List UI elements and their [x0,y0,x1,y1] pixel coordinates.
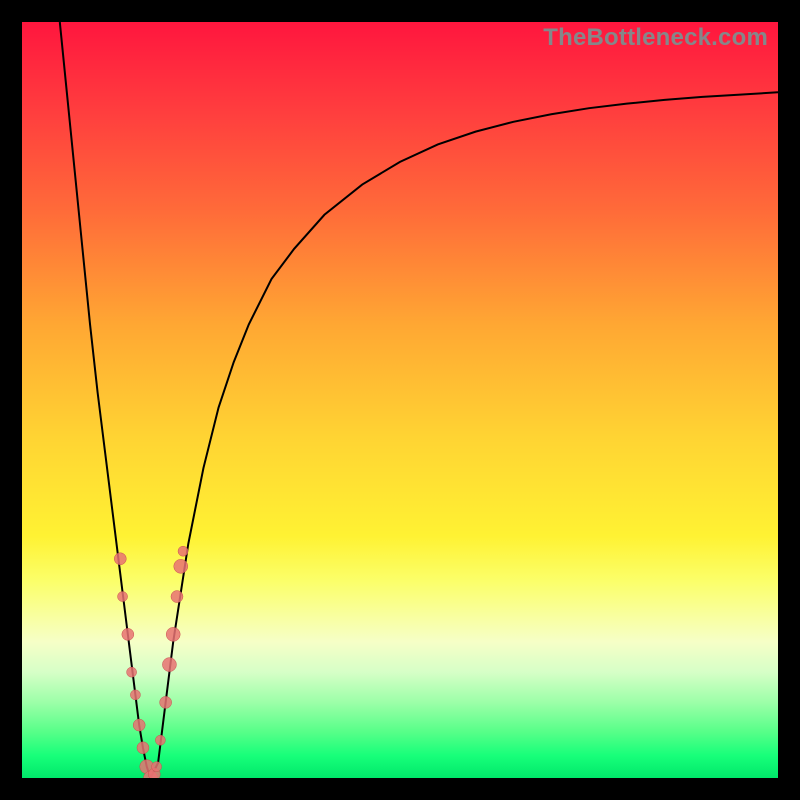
chart-frame: TheBottleneck.com [0,0,800,800]
data-marker [122,628,134,640]
data-marker [127,667,137,677]
watermark-text: TheBottleneck.com [543,24,768,52]
data-marker [174,559,188,573]
data-marker [171,591,183,603]
data-marker [160,696,172,708]
data-marker [152,762,162,772]
data-marker [114,553,126,565]
data-marker [178,546,188,556]
data-markers [114,546,188,778]
data-marker [155,735,165,745]
chart-svg [22,22,778,778]
data-marker [118,592,128,602]
data-marker [133,719,145,731]
data-marker [137,742,149,754]
data-marker [166,627,180,641]
data-marker [130,690,140,700]
chart-plot-area: TheBottleneck.com [22,22,778,778]
data-marker [162,658,176,672]
